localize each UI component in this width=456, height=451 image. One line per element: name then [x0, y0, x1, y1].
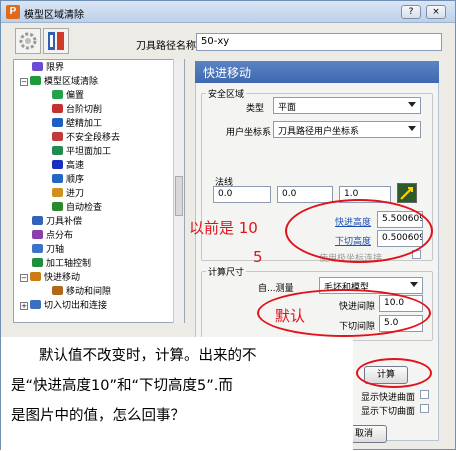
tree-item-label: 模型区域清除: [44, 77, 99, 87]
ucs-select[interactable]: 刀具路径用户坐标系: [273, 121, 421, 138]
tree-node-icon: [32, 244, 43, 253]
tree-item[interactable]: 壁精加工: [40, 118, 102, 131]
tree-item[interactable]: + 切入切出和连接: [20, 300, 107, 313]
tree-node-icon: [30, 76, 41, 85]
chevron-down-icon: [408, 102, 416, 107]
tree-node-icon: [52, 174, 63, 183]
tree-item[interactable]: 自动检查: [40, 202, 102, 215]
tree-node-icon: [52, 286, 63, 295]
tree-expander-icon[interactable]: −: [20, 78, 28, 86]
height-annotation-oval: [285, 199, 433, 263]
calculate-annotation-oval: [356, 358, 432, 388]
tree-item[interactable]: 台阶切削: [40, 104, 102, 117]
tree-item[interactable]: 加工轴控制: [20, 258, 91, 271]
tree-node-icon: [32, 230, 43, 239]
tree-item-label: 刀具补偿: [46, 217, 83, 227]
tree-node-icon: [52, 118, 63, 127]
strategy-tree: 限界 − 模型区域清除偏置台阶切削壁精加工不安全段移去 平坦面加工高速顺序进刀自动检查…: [13, 59, 185, 323]
tree-item-label: 刀轴: [46, 245, 65, 255]
tree-scrollbar-thumb[interactable]: [175, 176, 183, 216]
calc-group-title: 计算尺寸: [206, 265, 247, 278]
note-line-2: 是“快进高度10”和“下切高度5”.而: [11, 378, 233, 394]
tree-item-label: 加工轴控制: [46, 259, 92, 269]
tree-node-icon: [32, 216, 43, 225]
tree-node-icon: [52, 146, 63, 155]
tree-node-icon: [52, 104, 63, 113]
chevron-down-icon: [410, 282, 418, 287]
show-rapid-label: 显示快进曲面: [361, 393, 416, 403]
previous-value-annotation-2: 5: [253, 248, 263, 266]
tree-node-icon: [30, 272, 41, 281]
tree-node-icon: [52, 132, 63, 141]
tree-item[interactable]: 顺序: [40, 174, 84, 187]
tree-node-icon: [52, 202, 63, 211]
default-annotation: 默认: [275, 307, 306, 325]
tree-node-icon: [52, 90, 63, 99]
settings-gear-icon[interactable]: [15, 28, 41, 54]
tree-item-label: 快进移动: [44, 273, 81, 283]
tree-item[interactable]: 限界: [20, 62, 64, 75]
auto-measure-label: 自...测量: [258, 284, 294, 294]
tree-item-label: 点分布: [46, 231, 74, 241]
tree-item-label: 偏置: [66, 91, 85, 101]
tree-item[interactable]: − 快进移动: [20, 272, 80, 285]
question-note: 默认值不改变时，计算。出来的不 是“快进高度10”和“下切高度5”.而 是图片中…: [1, 337, 353, 451]
tree-item[interactable]: 偏置: [40, 90, 84, 103]
title-bar[interactable]: P 模型区域清除 ? ×: [1, 1, 455, 23]
toolpath-editor-icon[interactable]: [43, 28, 69, 54]
previous-value-annotation: 以前是 10: [189, 219, 258, 237]
tree-node-icon: [32, 258, 43, 267]
tree-item[interactable]: 不安全段移去: [40, 132, 120, 145]
normal-x-input[interactable]: 0.0: [213, 186, 271, 203]
tree-node-icon: [52, 160, 63, 169]
tree-item-label: 平坦面加工: [66, 147, 112, 157]
tree-node-icon: [52, 188, 63, 197]
tree-item[interactable]: 移动和间隙: [40, 286, 111, 299]
tree-item-label: 限界: [46, 63, 65, 73]
safe-area-group-title: 安全区域: [206, 87, 247, 100]
show-plunge-checkbox[interactable]: [420, 404, 429, 413]
dialog-window: P 模型区域清除 ? × 刀具路径名称 50-xy 限界 − 模型区域清除偏置台阶切…: [0, 0, 456, 451]
note-line-1: 默认值不改变时，计算。出来的不: [39, 348, 257, 364]
tree-item[interactable]: 点分布: [20, 230, 73, 243]
pick-normal-icon[interactable]: [397, 183, 417, 203]
show-rapid-checkbox[interactable]: [420, 390, 429, 399]
ucs-select-value: 刀具路径用户坐标系: [278, 127, 360, 137]
tree-item[interactable]: − 模型区域清除: [20, 76, 98, 89]
tree-item-label: 壁精加工: [66, 119, 103, 129]
close-button[interactable]: ×: [426, 5, 446, 19]
tree-item[interactable]: 刀具补偿: [20, 216, 82, 229]
tree-item[interactable]: 高速: [40, 160, 84, 173]
tree-node-icon: [32, 62, 43, 71]
tree-expander-icon[interactable]: +: [20, 302, 28, 310]
panel-header: 快进移动: [195, 61, 439, 83]
tree-item-label: 高速: [66, 161, 85, 171]
tree-item[interactable]: 刀轴: [20, 244, 64, 257]
app-logo-icon: P: [6, 5, 20, 19]
type-select[interactable]: 平面: [273, 97, 421, 114]
tree-item[interactable]: 平坦面加工: [40, 146, 111, 159]
toolpath-name-label: 刀具路径名称: [136, 41, 196, 52]
tree-item-label: 切入切出和连接: [44, 301, 108, 311]
tree-item-label: 顺序: [66, 175, 85, 185]
tree-node-icon: [30, 300, 41, 309]
tree-item-label: 台阶切削: [66, 105, 103, 115]
tree-item[interactable]: 进刀: [40, 188, 84, 201]
tree-item-label: 不安全段移去: [66, 133, 121, 143]
note-line-3: 是图片中的值，怎么回事？: [11, 408, 185, 424]
type-select-value: 平面: [278, 103, 297, 113]
chevron-down-icon: [408, 126, 416, 131]
toolpath-name-input[interactable]: 50-xy: [196, 33, 442, 51]
help-button[interactable]: ?: [401, 5, 421, 19]
show-plunge-label: 显示下切曲面: [361, 407, 416, 417]
tree-item-label: 移动和间隙: [66, 287, 112, 297]
type-label: 类型: [246, 104, 265, 114]
ucs-label: 用户坐标系: [226, 128, 272, 138]
tree-item-label: 自动检查: [66, 203, 103, 213]
tree-item-label: 进刀: [66, 189, 85, 199]
tree-expander-icon[interactable]: −: [20, 274, 28, 282]
window-title: 模型区域清除: [24, 10, 84, 21]
normal-y-input[interactable]: 0.0: [277, 186, 333, 203]
